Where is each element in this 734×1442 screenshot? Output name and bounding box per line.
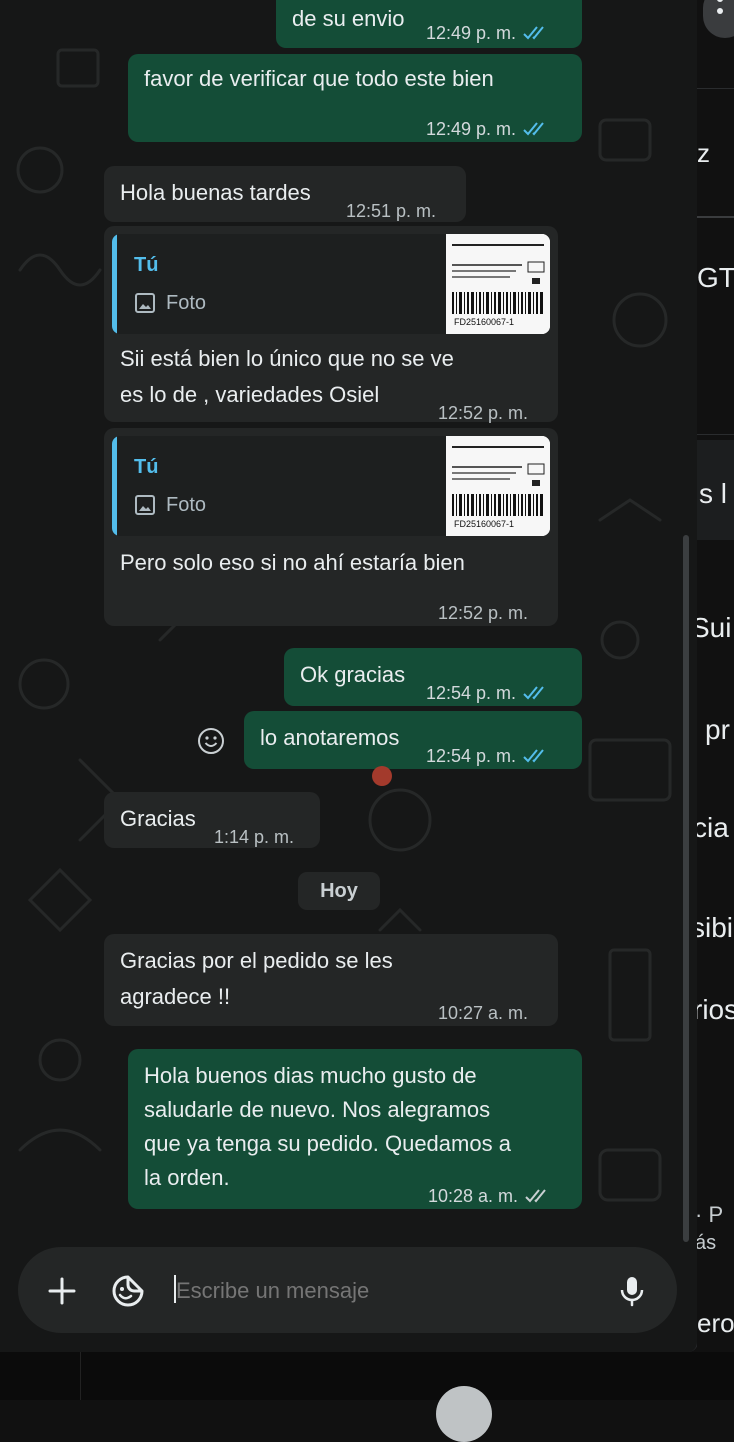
message-composer <box>18 1247 677 1333</box>
message-text-line: Sii está bien lo único que no se ve <box>120 342 454 376</box>
quote-author: Tú <box>134 248 158 282</box>
message-time: 12:49 p. m. <box>426 112 516 146</box>
message-text: lo anotaremos <box>260 721 399 755</box>
message-bubble-incoming[interactable]: Tú Foto <box>104 226 558 422</box>
message-text: Pero solo eso si no ahí estaría bien <box>120 546 465 580</box>
quote-bar <box>112 234 117 334</box>
message-bubble-outgoing[interactable]: de su envio 12:49 p. m. <box>276 0 582 48</box>
photo-icon <box>134 292 156 314</box>
message-text-line: que ya tenga su pedido. Quedamos a <box>144 1127 511 1161</box>
plus-icon <box>47 1276 77 1306</box>
message-time: 1:14 p. m. <box>214 820 294 854</box>
message-bubble-outgoing[interactable]: Ok gracias 12:54 p. m. <box>284 648 582 706</box>
message-text-line: saludarle de nuevo. Nos alegramos <box>144 1093 490 1127</box>
shipping-label-image: FD25160067-1 <box>446 234 550 334</box>
message-text-line: Hola buenos dias mucho gusto de <box>144 1059 477 1093</box>
side-panel-text: ero <box>697 1308 734 1339</box>
side-panel-text: Sui <box>697 612 731 644</box>
message-text-line: la orden. <box>144 1161 230 1195</box>
message-text-line: agradece !! <box>120 980 230 1014</box>
message-text: de su envio <box>292 2 405 36</box>
message-text-line: Gracias por el pedido se les <box>120 944 393 978</box>
quote-type: Foto <box>134 286 206 320</box>
photo-thumbnail[interactable]: FD25160067-1 <box>446 436 550 536</box>
read-receipt-icon <box>522 748 550 764</box>
chat-scrollbar[interactable] <box>683 535 689 1242</box>
shipping-label-image: FD25160067-1 <box>446 436 550 536</box>
read-receipt-icon <box>522 121 550 137</box>
quote-author: Tú <box>134 450 158 484</box>
message-bubble-incoming[interactable]: Gracias por el pedido se les agradece !!… <box>104 934 558 1026</box>
day-separator: Hoy <box>298 872 380 910</box>
quote-bar <box>112 436 117 536</box>
message-time: 10:28 a. m. <box>428 1179 518 1213</box>
read-receipt-icon <box>522 685 550 701</box>
quoted-message[interactable]: Tú Foto <box>112 234 550 334</box>
side-panel-text: · P <box>697 1202 723 1228</box>
photo-icon <box>134 494 156 516</box>
message-input[interactable] <box>174 1269 596 1313</box>
microphone-icon <box>617 1274 647 1308</box>
quote-type-label: Foto <box>166 286 206 320</box>
message-bubble-incoming[interactable]: Tú Foto <box>104 428 558 626</box>
message-time: 12:54 p. m. <box>426 676 516 710</box>
message-bubble-outgoing[interactable]: favor de verificar que todo este bien 12… <box>128 54 582 142</box>
message-text: Ok gracias <box>300 658 405 692</box>
cursor-dot <box>372 766 392 786</box>
menu-button[interactable] <box>703 0 734 38</box>
message-bubble-outgoing[interactable]: Hola buenos dias mucho gusto de saludarl… <box>128 1049 582 1209</box>
side-panel-cropped: z GT s l Sui pr cia sibi rios · P ás ero <box>697 0 734 1352</box>
message-text-line: es lo de , variedades Osiel <box>120 378 379 412</box>
thumbnail-code: FD25160067-1 <box>454 317 514 327</box>
avatar <box>436 1386 492 1442</box>
chat-panel: de su envio 12:49 p. m. favor de verific… <box>0 0 698 1352</box>
voice-message-button[interactable] <box>610 1269 654 1313</box>
sticker-button[interactable] <box>106 1269 150 1313</box>
side-panel-text: cia <box>697 812 729 844</box>
message-bubble-incoming[interactable]: Gracias 1:14 p. m. <box>104 792 320 848</box>
message-bubble-outgoing[interactable]: lo anotaremos 12:54 p. m. <box>244 711 582 769</box>
message-time: 10:27 a. m. <box>438 996 528 1030</box>
attach-button[interactable] <box>40 1269 84 1313</box>
side-panel-text: pr <box>705 714 730 746</box>
sticker-icon <box>111 1274 145 1308</box>
read-receipt-icon <box>522 25 550 41</box>
reaction-button[interactable] <box>196 726 226 756</box>
side-panel-text: ás <box>697 1232 716 1255</box>
quote-type-label: Foto <box>166 488 206 522</box>
photo-thumbnail[interactable]: FD25160067-1 <box>446 234 550 334</box>
side-panel-text: s l <box>699 478 727 510</box>
message-time: 12:54 p. m. <box>426 739 516 773</box>
message-time: 12:51 p. m. <box>346 194 436 228</box>
quoted-message[interactable]: Tú Foto <box>112 436 550 536</box>
message-time: 12:52 p. m. <box>438 596 528 630</box>
smiley-icon <box>196 726 226 756</box>
message-text: favor de verificar que todo este bien <box>144 62 494 96</box>
side-panel-text: GT <box>697 262 734 294</box>
side-panel-text: sibi <box>697 912 733 944</box>
message-time: 12:52 p. m. <box>438 396 528 430</box>
message-text: Hola buenas tardes <box>120 176 311 210</box>
message-text: Gracias <box>120 802 196 836</box>
delivered-receipt-icon <box>524 1188 552 1204</box>
desktop-background <box>0 1352 734 1400</box>
message-bubble-incoming[interactable]: Hola buenas tardes 12:51 p. m. <box>104 166 466 222</box>
thumbnail-code: FD25160067-1 <box>454 519 514 529</box>
quote-type: Foto <box>134 488 206 522</box>
more-icon <box>717 0 723 2</box>
side-panel-text: rios <box>697 994 734 1026</box>
side-panel-text: z <box>697 138 710 169</box>
message-time: 12:49 p. m. <box>426 16 516 50</box>
